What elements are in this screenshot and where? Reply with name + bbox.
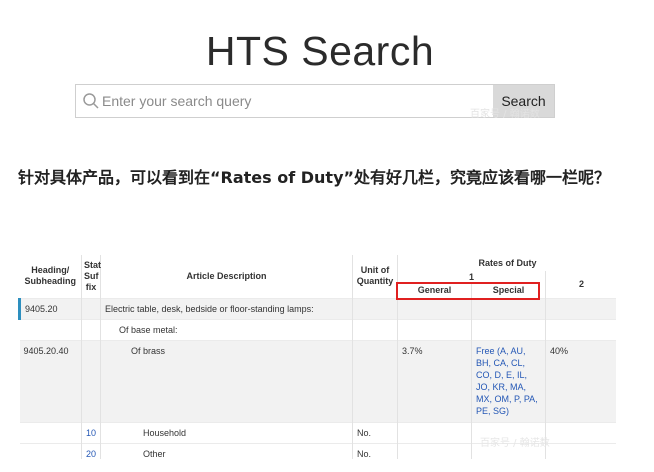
cell-special	[471, 318, 546, 340]
cell-heading	[19, 442, 82, 459]
table-row: Of base metal:	[19, 318, 616, 340]
col-rates: Rates of Duty	[397, 255, 616, 271]
col-heading: Heading/ Subheading	[19, 255, 82, 298]
cell-desc: Of base metal:	[100, 318, 353, 340]
cell-heading	[19, 318, 82, 340]
cell-desc: Household	[100, 421, 353, 443]
cell-unit	[352, 318, 398, 340]
cell-col2	[545, 297, 616, 319]
highlight-box	[396, 282, 540, 300]
search-icon	[82, 92, 100, 110]
cell-col2	[545, 442, 616, 459]
cell-unit: No.	[352, 442, 398, 459]
question-text: 针对具体产品，可以看到在“Rates of Duty”处有好几栏，究竟应该看哪一…	[18, 168, 611, 187]
cell-general	[397, 318, 472, 340]
watermark: 百家号 / 翰诺数	[470, 109, 540, 120]
watermark: 百家号 / 翰诺数	[480, 438, 550, 449]
cell-desc: Of brass	[100, 339, 353, 422]
cell-special	[471, 297, 546, 319]
cell-stat	[81, 339, 101, 422]
cell-col2	[545, 318, 616, 340]
col-stat: Stat Suf fix	[81, 255, 101, 298]
table-row: 9405.20.40 Of brass 3.7% Free (A, AU, BH…	[19, 339, 616, 422]
cell-unit	[352, 339, 398, 422]
cell-unit: No.	[352, 421, 398, 443]
col-2: 2	[545, 271, 616, 298]
cell-heading: 9405.20	[18, 297, 82, 319]
cell-stat[interactable]: 20	[81, 442, 101, 459]
cell-col2: 40%	[545, 339, 616, 422]
cell-heading: 9405.20.40	[19, 339, 82, 422]
cell-stat	[81, 297, 101, 319]
cell-general: 3.7%	[397, 339, 472, 422]
cell-desc: Other	[100, 442, 353, 459]
cell-special[interactable]: Free (A, AU, BH, CA, CL, CO, D, E, IL, J…	[471, 339, 546, 422]
hts-table: Heading/ Subheading Stat Suf fix Article…	[18, 255, 616, 459]
cell-heading	[19, 421, 82, 443]
cell-unit	[352, 297, 398, 319]
cell-general	[397, 442, 472, 459]
table-row: 9405.20 Electric table, desk, bedside or…	[18, 297, 616, 319]
cell-stat[interactable]: 10	[81, 421, 101, 443]
col-unit: Unit of Quantity	[352, 255, 398, 298]
search-input[interactable]	[102, 85, 492, 117]
cell-general	[397, 421, 472, 443]
cell-desc: Electric table, desk, bedside or floor-s…	[100, 297, 353, 319]
col-desc: Article Description	[100, 255, 353, 298]
cell-general	[397, 297, 472, 319]
page-title: HTS Search	[205, 28, 435, 74]
cell-stat	[81, 318, 101, 340]
cell-col2	[545, 421, 616, 443]
